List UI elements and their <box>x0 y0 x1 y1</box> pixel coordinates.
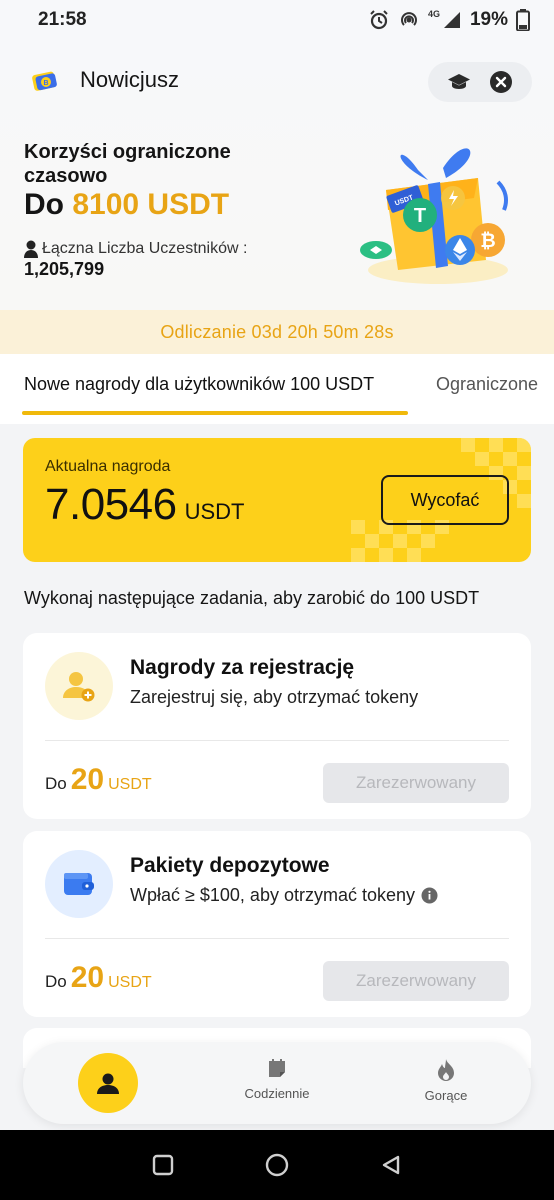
task-title: Nagrody za rejestrację <box>130 656 355 679</box>
promo-amount-prefix: Do <box>24 188 73 221</box>
task-divider <box>45 740 509 741</box>
task-reward-unit: USDT <box>108 974 152 991</box>
tasks-intro: Wykonaj następujące zadania, aby zarobić… <box>24 588 480 608</box>
info-icon[interactable] <box>421 887 438 904</box>
current-reward-card: Aktualna nagroda 7.0546 USDT Wycofać <box>23 438 531 562</box>
app-logo-icon: B <box>32 71 57 91</box>
bottom-nav: Codziennie Gorące <box>23 1042 531 1124</box>
gift-box-illustration: USDT T ₿ <box>360 148 508 284</box>
tab-limited[interactable]: Ograniczone <box>436 374 538 395</box>
active-tab-indicator <box>22 411 408 415</box>
back-triangle-icon <box>382 1155 400 1175</box>
task-description: Zarejestruj się, aby otrzymać tokeny <box>130 687 418 708</box>
current-reward-value: 7.0546 USDT <box>45 480 244 530</box>
nav-hot-label: Gorące <box>424 1088 468 1103</box>
hotspot-icon <box>401 12 417 26</box>
status-time: 21:58 <box>38 9 87 30</box>
task-reward-prefix: Do <box>45 774 67 793</box>
user-icon <box>97 1073 119 1094</box>
page-title: Nowicjusz <box>80 67 180 92</box>
nav-newbie-button[interactable] <box>78 1053 138 1113</box>
user-add-icon <box>63 672 95 702</box>
participants-label: Łączna Liczba Uczestników : <box>42 240 248 257</box>
header-actions <box>428 62 532 102</box>
network-type: 4G <box>427 9 440 19</box>
reserved-button[interactable]: Zarezerwowany <box>323 961 509 1001</box>
close-icon <box>490 71 512 93</box>
close-button[interactable] <box>485 66 517 98</box>
back-button[interactable] <box>379 1153 403 1177</box>
task-reward-value: 20 <box>70 763 105 796</box>
svg-text:₿: ₿ <box>480 231 495 252</box>
tab-bar: Nowe nagrody dla użytkowników 100 USDT O… <box>0 354 554 424</box>
graduation-cap-icon <box>448 74 470 89</box>
task-description-text: Wpłać ≥ $100, aby otrzymać tokeny <box>130 885 416 905</box>
calendar-note-icon <box>269 1059 285 1077</box>
task-card-registration: Nagrody za rejestrację Zarejestruj się, … <box>23 633 531 819</box>
status-icons: 4G 19% <box>368 9 530 31</box>
home-button[interactable] <box>265 1153 289 1177</box>
participants-count: 1,205,799 <box>24 259 105 279</box>
task-divider <box>45 938 509 939</box>
nav-daily[interactable]: Codziennie <box>232 1058 322 1101</box>
current-reward-amount: 7.0546 <box>45 480 177 529</box>
promo-amount: Do 8100 USDT <box>24 188 229 222</box>
square-icon <box>152 1154 174 1176</box>
wallet-icon <box>64 873 94 895</box>
tutorial-button[interactable] <box>443 66 475 98</box>
battery-icon <box>516 9 530 31</box>
current-reward-unit: USDT <box>184 499 245 524</box>
status-bar: 21:58 4G 19% <box>0 0 554 40</box>
nav-hot[interactable]: Gorące <box>401 1058 491 1103</box>
task-description: Wpłać ≥ $100, aby otrzymać tokeny <box>130 885 438 906</box>
countdown-banner: Odliczanie 03d 20h 50m 28s <box>0 310 554 354</box>
recents-button[interactable] <box>151 1153 175 1177</box>
task-reward-value: 20 <box>70 961 105 994</box>
reserved-button[interactable]: Zarezerwowany <box>323 763 509 803</box>
person-icon <box>24 240 38 258</box>
header: B Nowicjusz <box>30 65 179 95</box>
nav-daily-label: Codziennie <box>244 1086 310 1101</box>
withdraw-button[interactable]: Wycofać <box>381 475 509 525</box>
system-nav-bar <box>0 1130 554 1200</box>
task-description-text: Zarejestruj się, aby otrzymać tokeny <box>130 687 419 707</box>
task-reward: Do 20 USDT <box>45 763 152 797</box>
promo-amount-value: 8100 USDT <box>72 188 230 221</box>
flame-icon <box>438 1059 454 1081</box>
signal-icon <box>443 12 460 28</box>
battery-percent: 19% <box>469 9 508 30</box>
tab-new-user-rewards[interactable]: Nowe nagrody dla użytkowników 100 USDT <box>24 374 374 395</box>
task-reward-prefix: Do <box>45 972 67 991</box>
task-icon-container <box>45 850 113 918</box>
participants-info: Łączna Liczba Uczestników : 1,205,799 <box>24 240 247 280</box>
task-reward: Do 20 USDT <box>45 961 152 995</box>
task-reward-unit: USDT <box>108 776 152 793</box>
svg-text:T: T <box>414 205 426 227</box>
circle-icon <box>265 1153 289 1177</box>
task-icon-container <box>45 652 113 720</box>
task-card-deposit: Pakiety depozytowe Wpłać ≥ $100, aby otr… <box>23 831 531 1017</box>
hero-section: B Nowicjusz Korzyści ograniczone czasowo… <box>0 40 554 310</box>
current-reward-label: Aktualna nagroda <box>45 458 171 475</box>
promo-subtitle: Korzyści ograniczone czasowo <box>24 141 231 187</box>
svg-text:B: B <box>43 80 48 87</box>
alarm-icon <box>370 10 388 30</box>
task-title: Pakiety depozytowe <box>130 854 330 877</box>
